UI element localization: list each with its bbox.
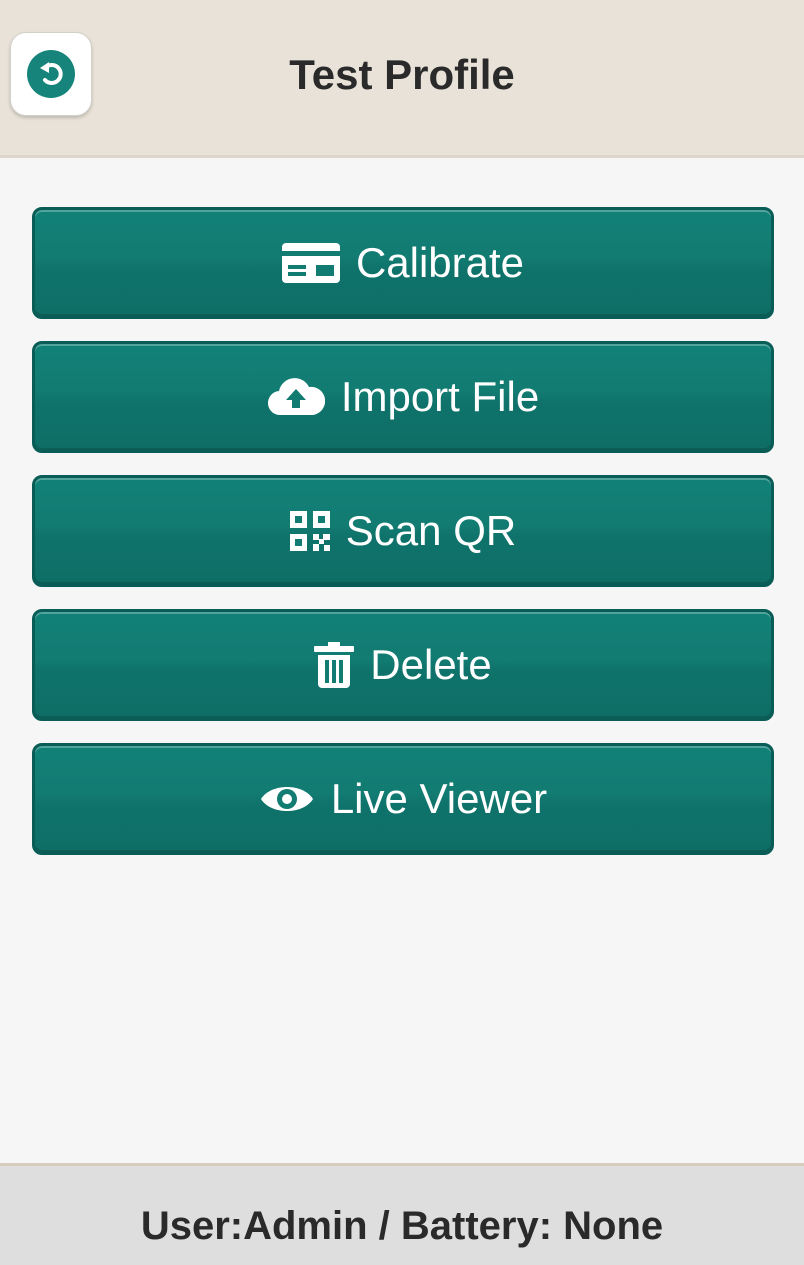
qr-code-icon xyxy=(289,511,330,551)
page-title: Test Profile xyxy=(289,51,515,98)
action-menu: Calibrate Import File Scan QR Delete Liv… xyxy=(32,207,774,877)
trash-icon xyxy=(314,642,355,688)
scan-qr-label: Scan QR xyxy=(345,507,517,554)
scan-qr-button[interactable]: Scan QR xyxy=(32,475,774,587)
delete-label: Delete xyxy=(370,641,492,688)
header-bar: Test Profile xyxy=(0,0,804,158)
import-file-button[interactable]: Import File xyxy=(32,341,774,453)
live-viewer-button[interactable]: Live Viewer xyxy=(32,743,774,855)
cloud-upload-icon xyxy=(267,377,325,417)
live-viewer-label: Live Viewer xyxy=(330,775,548,822)
status-text: User:Admin / Battery: None xyxy=(140,1204,664,1248)
calibrate-button[interactable]: Calibrate xyxy=(32,207,774,319)
card-icon xyxy=(281,243,340,283)
status-bar: User:Admin / Battery: None xyxy=(0,1163,804,1265)
delete-button[interactable]: Delete xyxy=(32,609,774,721)
eye-icon xyxy=(259,781,315,817)
calibrate-label: Calibrate xyxy=(355,239,525,286)
import-file-label: Import File xyxy=(340,373,540,420)
